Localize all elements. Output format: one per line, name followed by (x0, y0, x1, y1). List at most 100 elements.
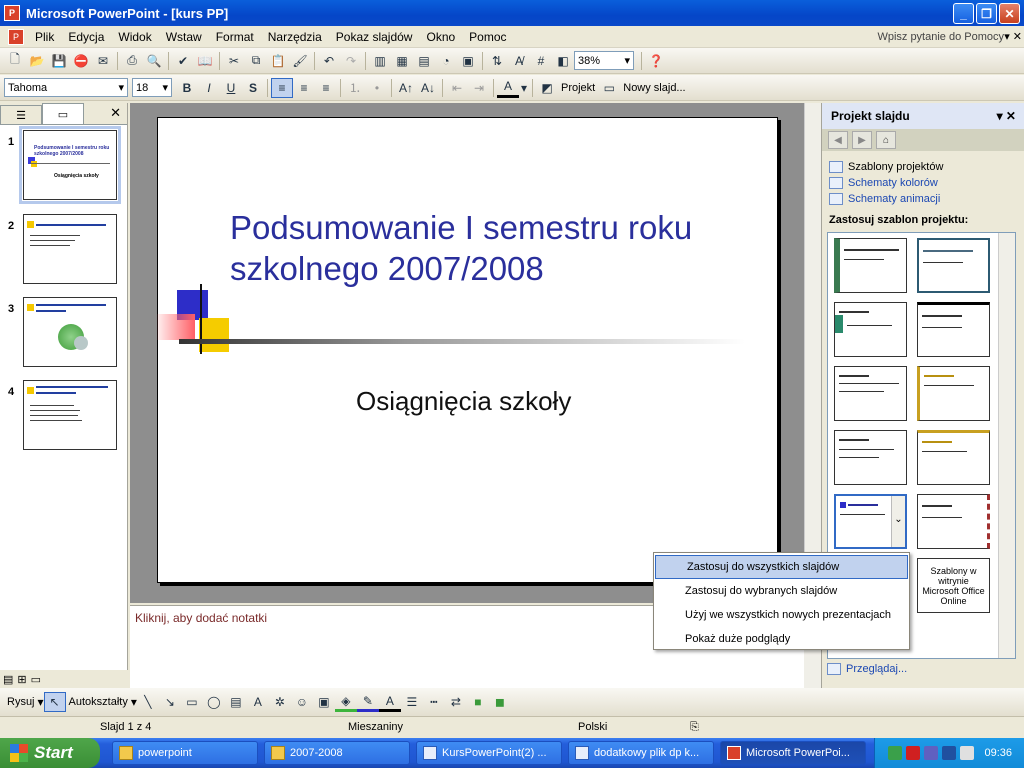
print-preview-icon[interactable]: 🔍 (143, 51, 165, 71)
slide-sorter-icon[interactable]: ⊞ (17, 673, 26, 686)
paste-icon[interactable]: 📋 (267, 51, 289, 71)
taskbar-button-powerpoint-folder[interactable]: powerpoint (112, 741, 258, 765)
expand-all-icon[interactable]: ⇅ (486, 51, 508, 71)
tray-icon[interactable] (960, 746, 975, 760)
select-pointer-icon[interactable]: ↖ (43, 692, 66, 712)
spelling-icon[interactable]: ✔ (172, 51, 194, 71)
show-grid-icon[interactable]: # (530, 51, 552, 71)
use-for-new-presentations-item[interactable]: Użyj we wszystkich nowych prezentacjach (654, 603, 909, 627)
slide-canvas[interactable] (157, 117, 778, 583)
fill-color-icon[interactable]: ◈ (334, 692, 357, 712)
template-thumb[interactable] (917, 302, 990, 357)
template-thumb-selected[interactable]: ⌄ (834, 494, 907, 549)
increase-indent-icon[interactable]: ⇥ (468, 78, 490, 98)
line-icon[interactable]: ╲ (137, 692, 159, 712)
menu-okno[interactable]: Okno (419, 30, 462, 44)
new-slide-icon[interactable]: ▭ (598, 78, 620, 98)
autoshapes-menu[interactable]: Autokształty (66, 696, 131, 708)
tray-icon[interactable] (906, 746, 921, 760)
vertical-scrollbar[interactable] (804, 103, 821, 603)
apply-to-selected-slides-item[interactable]: Zastosuj do wybranych slajdów (654, 579, 909, 603)
show-large-previews-item[interactable]: Pokaż duże podglądy (654, 627, 909, 651)
design-icon[interactable]: ◩ (536, 78, 558, 98)
oval-icon[interactable]: ◯ (203, 692, 225, 712)
browse-link[interactable]: Przeglądaj... (827, 663, 907, 675)
underline-icon[interactable]: U (220, 78, 242, 98)
picture-icon[interactable]: ▣ (313, 692, 335, 712)
font-color-icon[interactable]: A (378, 692, 401, 712)
slide-title[interactable]: Podsumowanie I semestru roku szkolnego 2… (230, 207, 750, 289)
copy-icon[interactable]: ⧉ (245, 51, 267, 71)
permission-icon[interactable]: ⛔ (70, 51, 92, 71)
bullets-icon[interactable]: • (366, 78, 388, 98)
menu-narzedzia[interactable]: Narzędzia (261, 30, 329, 44)
close-button[interactable]: ✕ (999, 3, 1020, 24)
forward-icon[interactable]: ▶ (852, 131, 872, 149)
spelling-status-icon[interactable]: ⎘ (690, 721, 699, 734)
insert-table-icon[interactable]: ▦ (391, 51, 413, 71)
numbering-icon[interactable]: ⒈ (344, 78, 366, 98)
menu-format[interactable]: Format (209, 30, 261, 44)
redo-icon[interactable]: ↷ (340, 51, 362, 71)
minimize-button[interactable]: _ (953, 3, 974, 24)
italic-icon[interactable]: I (198, 78, 220, 98)
email-icon[interactable]: ✉ (92, 51, 114, 71)
slide-thumbnail-3[interactable]: 3 (0, 297, 128, 377)
slide-thumbnail-4[interactable]: 4 (0, 380, 128, 460)
design-button[interactable]: Projekt (558, 82, 598, 94)
menu-pomoc[interactable]: Pomoc (462, 30, 513, 44)
arrow-style-icon[interactable]: ⇄ (445, 692, 467, 712)
open-icon[interactable]: 📂 (26, 51, 48, 71)
decrease-font-icon[interactable]: A↓ (417, 78, 439, 98)
powerpoint-app-icon[interactable]: P (4, 5, 20, 21)
decrease-indent-icon[interactable]: ⇤ (446, 78, 468, 98)
diagram-icon[interactable]: ✲ (269, 692, 291, 712)
format-painter-icon[interactable]: 🖌 (289, 51, 311, 71)
draw-menu[interactable]: Rysuj (4, 696, 38, 708)
color-schemes-link[interactable]: Schematy kolorów (822, 175, 1024, 191)
new-slide-button[interactable]: Nowy slajd... (620, 82, 688, 94)
slide-show-icon[interactable]: ▭ (31, 673, 41, 686)
gallery-scrollbar[interactable] (998, 233, 1015, 658)
outline-tab[interactable]: ☰ (0, 105, 42, 124)
line-color-icon[interactable]: ✎ (356, 692, 379, 712)
template-thumb[interactable] (917, 494, 990, 549)
template-thumb[interactable] (917, 366, 990, 421)
3d-style-icon[interactable]: ◼ (489, 692, 511, 712)
print-icon[interactable]: ⎙ (121, 51, 143, 71)
new-icon[interactable]: 🗋 (4, 51, 26, 71)
online-templates-thumb[interactable]: Szablony w witrynie Microsoft Office Onl… (917, 558, 990, 613)
menu-pokaz-slajdow[interactable]: Pokaz slajdów (329, 30, 420, 44)
save-icon[interactable]: 💾 (48, 51, 70, 71)
tray-icon[interactable] (888, 746, 903, 760)
zoom-combo[interactable]: 38% ▾ (574, 51, 634, 70)
close-panel-icon[interactable]: ✕ (110, 105, 121, 121)
back-icon[interactable]: ◀ (828, 131, 848, 149)
chevron-down-icon[interactable]: ▾ (519, 78, 529, 98)
home-icon[interactable]: ⌂ (876, 131, 896, 149)
taskbar-button-dodatkowy-word[interactable]: dodatkowy plik dp k... (568, 741, 714, 765)
insert-chart-icon[interactable]: ▥ (369, 51, 391, 71)
slide-thumbnail-2[interactable]: 2 (0, 214, 128, 294)
slides-tab[interactable]: ▭ (42, 103, 84, 124)
menu-edycja[interactable]: Edycja (61, 30, 111, 44)
document-close-icon[interactable]: ▾ ✕ (1004, 30, 1022, 43)
menu-plik[interactable]: Plik (28, 30, 61, 44)
wordart-icon[interactable]: A (247, 692, 269, 712)
template-thumb[interactable] (917, 238, 990, 293)
tray-icon[interactable] (924, 746, 939, 760)
insert-picture-icon[interactable]: ▣ (457, 51, 479, 71)
color-grayscale-icon[interactable]: ◧ (552, 51, 574, 71)
insert-diagram-icon[interactable]: ◔ (435, 51, 457, 71)
arrow-icon[interactable]: ↘ (159, 692, 181, 712)
design-templates-link[interactable]: Szablony projektów (822, 159, 1024, 175)
align-left-icon[interactable]: ≡ (271, 77, 293, 98)
rectangle-icon[interactable]: ▭ (181, 692, 203, 712)
undo-icon[interactable]: ↶ (318, 51, 340, 71)
increase-font-icon[interactable]: A↑ (395, 78, 417, 98)
document-icon[interactable]: P (8, 28, 24, 45)
line-style-icon[interactable]: ☰ (401, 692, 423, 712)
help-question-box[interactable]: Wpisz pytanie do Pomocy (877, 31, 1004, 43)
font-size-combo[interactable]: 18 ▾ (132, 78, 172, 97)
template-thumb[interactable] (834, 238, 907, 293)
